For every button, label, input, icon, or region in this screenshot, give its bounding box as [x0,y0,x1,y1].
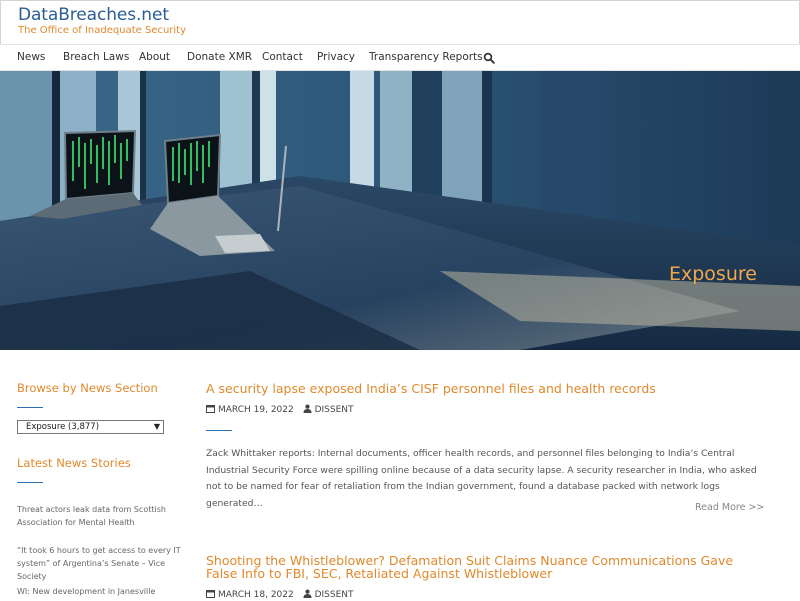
nav-item-contact[interactable]: Contact [262,51,303,63]
post-divider [206,430,232,431]
sidebar-divider [17,407,43,408]
post-excerpt: Zack Whittaker reports: Internal documen… [206,448,757,509]
site-title[interactable]: DataBreaches.net [18,5,169,25]
hero-banner: Exposure [0,71,800,350]
post-title[interactable]: Shooting the Whistleblower? Defamation S… [206,554,766,580]
calendar-icon [206,590,215,598]
search-icon[interactable] [483,52,495,64]
latest-story-link[interactable]: WI: New development in Janesville school [17,585,182,601]
calendar-icon [206,405,215,413]
news-section-select-value: Exposure (3,877) [26,422,100,432]
site-tagline: The Office of Inadequate Security [18,25,187,36]
main-nav: News Breach Laws About Donate XMR Contac… [0,44,800,71]
post-author[interactable]: DISSENT [315,590,354,600]
post-title[interactable]: A security lapse exposed India’s CISF pe… [206,382,766,395]
nav-item-donate-xmr[interactable]: Donate XMR [187,51,252,63]
nav-item-news[interactable]: News [17,51,45,63]
nav-item-breach-laws[interactable]: Breach Laws [63,51,129,63]
nav-item-transparency-reports[interactable]: Transparency Reports [369,51,483,63]
post-date: MARCH 19, 2022 [218,405,294,415]
post-author[interactable]: DISSENT [315,405,354,415]
site-header: DataBreaches.net The Office of Inadequat… [0,0,800,45]
post-meta: MARCH 19, 2022 DISSENT [206,404,354,415]
chevron-down-icon: ▼ [153,422,160,431]
nav-item-about[interactable]: About [139,51,170,63]
post-date: MARCH 18, 2022 [218,590,294,600]
latest-story-link[interactable]: “It took 6 hours to get access to every … [17,544,182,583]
latest-story-link[interactable]: Threat actors leak data from Scottish As… [17,503,182,529]
news-section-select[interactable]: Exposure (3,877) ▼ [17,420,164,434]
post-meta: MARCH 18, 2022 DISSENT [206,589,354,600]
hero-title: Exposure [669,263,757,285]
user-icon [303,589,312,598]
user-icon [303,404,312,413]
read-more-link[interactable]: Read More >> [695,502,764,513]
nav-item-privacy[interactable]: Privacy [317,51,355,63]
sidebar-divider [17,482,43,483]
sidebar-heading-browse: Browse by News Section [17,381,158,395]
sidebar-heading-latest: Latest News Stories [17,456,131,470]
hero-image [0,71,800,350]
